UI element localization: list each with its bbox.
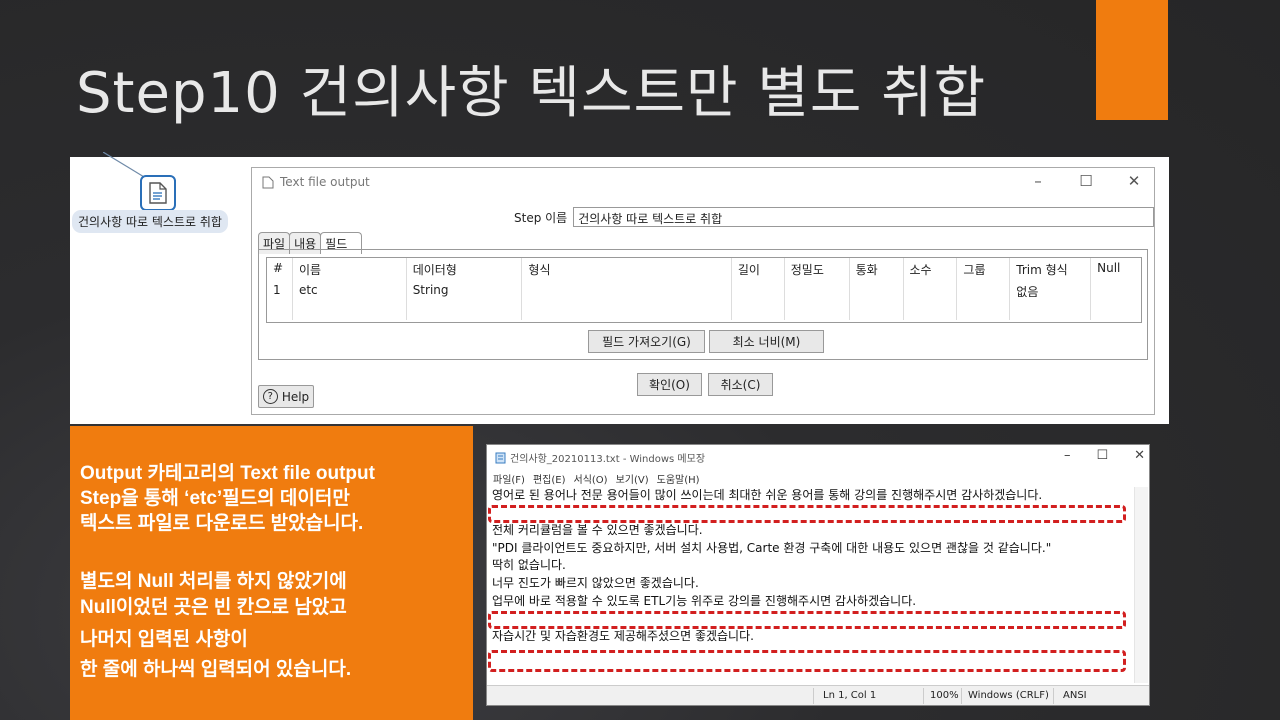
col-header-format[interactable]: 형식 <box>522 258 732 280</box>
vertical-scrollbar[interactable] <box>1134 487 1148 683</box>
notepad-statusbar: Ln 1, Col 1 100% Windows (CRLF) ANSI <box>487 685 1149 705</box>
dialog-titlebar: Text file output <box>262 175 370 189</box>
col-header-precision[interactable]: 정밀도 <box>785 258 850 280</box>
text-line: 전체 커리큘럼을 볼 수 있으면 좋겠습니다. <box>492 523 703 538</box>
status-line-ending: Windows (CRLF) <box>968 690 1049 701</box>
info-line: Step을 통해 ‘etc’필드의 데이터만 <box>80 488 350 509</box>
status-position: Ln 1, Col 1 <box>823 690 877 701</box>
cell-group[interactable] <box>957 280 1011 302</box>
get-fields-button[interactable]: 필드 가져오기(G) <box>588 330 705 353</box>
dialog-screenshot-panel: 건의사항 따로 텍스트로 취합 Text file output – ☐ ✕ S… <box>70 152 1169 424</box>
info-paragraph-1: Output 카테고리의 Text file output Step을 통해 ‘… <box>80 461 375 536</box>
grid-header: # 이름 데이터형 형식 길이 정밀도 통화 소수 그룹 Trim 형식 Nul… <box>267 258 1141 280</box>
minimize-icon[interactable]: – <box>1028 172 1048 190</box>
close-icon[interactable]: ✕ <box>1124 172 1144 190</box>
info-line: Null이었던 곳은 빈 칸으로 남았고 <box>80 597 347 618</box>
menu-edit[interactable]: 편집(E) <box>533 471 566 486</box>
col-header-name[interactable]: 이름 <box>293 258 407 280</box>
col-header-type[interactable]: 데이터형 <box>407 258 523 280</box>
cell-format[interactable] <box>522 280 732 302</box>
info-line: Output 카테고리의 Text file output <box>80 463 375 484</box>
minimize-icon[interactable]: – <box>1064 448 1071 463</box>
text-line: 자습시간 및 자습환경도 제공해주셨으면 좋겠습니다. <box>492 628 754 643</box>
null-highlight <box>488 505 1126 523</box>
help-button[interactable]: ? Help <box>258 385 314 408</box>
table-row[interactable]: 1 etc String 없음 <box>267 280 1141 302</box>
col-header-trim[interactable]: Trim 형식 <box>1010 258 1092 280</box>
step-label[interactable]: 건의사항 따로 텍스트로 취합 <box>72 210 228 233</box>
col-header-decimal[interactable]: 소수 <box>904 258 958 280</box>
step-name-label: Step 이름 <box>514 210 568 225</box>
info-box: Output 카테고리의 Text file output Step을 통해 ‘… <box>70 426 473 720</box>
cell-trim[interactable]: 없음 <box>1010 280 1092 302</box>
status-encoding: ANSI <box>1063 690 1087 701</box>
info-paragraph-2: 별도의 Null 처리를 하지 않았기에 Null이었던 곳은 빈 칸으로 남았… <box>80 569 351 683</box>
cell-null[interactable] <box>1091 280 1141 302</box>
info-line: 텍스트 파일로 다운로드 받았습니다. <box>80 513 364 534</box>
maximize-icon[interactable]: ☐ <box>1096 448 1108 463</box>
col-header-null[interactable]: Null <box>1091 258 1141 280</box>
col-header-currency[interactable]: 통화 <box>850 258 904 280</box>
col-header-group[interactable]: 그룹 <box>957 258 1011 280</box>
text-line: "PDI 클라이언트도 중요하지만, 서버 설치 사용법, Carte 환경 구… <box>492 540 1052 555</box>
dialog-icon <box>262 176 274 188</box>
notepad-window-controls: – ☐ ✕ <box>1064 448 1145 463</box>
fields-grid: # 이름 데이터형 형식 길이 정밀도 통화 소수 그룹 Trim 형식 Nul… <box>266 257 1142 323</box>
step-name-row: Step 이름 건의사항 따로 텍스트로 취합 <box>514 207 1154 227</box>
fields-tab-panel: # 이름 데이터형 형식 길이 정밀도 통화 소수 그룹 Trim 형식 Nul… <box>258 249 1148 360</box>
menu-help[interactable]: 도움말(H) <box>657 471 700 486</box>
cell-type[interactable]: String <box>407 280 523 302</box>
help-label: Help <box>281 389 310 404</box>
help-icon: ? <box>262 389 278 404</box>
null-highlight <box>488 611 1126 629</box>
menu-file[interactable]: 파일(F) <box>493 471 525 486</box>
text-line: 딱히 없습니다. <box>492 558 566 573</box>
text-file-output-dialog: Text file output – ☐ ✕ Step 이름 건의사항 따로 텍… <box>251 167 1155 415</box>
slide-title: Step10 건의사항 텍스트만 별도 취합 <box>76 61 987 126</box>
cell-currency[interactable] <box>850 280 904 302</box>
notepad-title: 건의사항_20210113.txt - Windows 메모장 <box>510 454 706 465</box>
empty-row[interactable] <box>267 302 1141 320</box>
accent-block <box>1096 0 1168 120</box>
col-header-index[interactable]: # <box>267 258 293 280</box>
cell-decimal[interactable] <box>904 280 958 302</box>
ok-button[interactable]: 확인(O) <box>637 373 702 396</box>
cancel-button[interactable]: 취소(C) <box>708 373 773 396</box>
info-line: 한 줄에 하나씩 입력되어 있습니다. <box>80 659 352 680</box>
file-icon <box>149 182 167 204</box>
null-highlight <box>488 650 1126 672</box>
notepad-icon <box>495 452 506 463</box>
cell-precision[interactable] <box>785 280 850 302</box>
cell-name[interactable]: etc <box>293 280 407 302</box>
notepad-menubar: 파일(F) 편집(E) 서식(O) 보기(V) 도움말(H) <box>493 471 700 486</box>
info-line: 별도의 Null 처리를 하지 않았기에 <box>80 571 347 592</box>
col-header-length[interactable]: 길이 <box>732 258 785 280</box>
status-zoom: 100% <box>930 690 959 701</box>
menu-view[interactable]: 보기(V) <box>616 471 649 486</box>
min-width-button[interactable]: 최소 너비(M) <box>709 330 824 353</box>
text-line: 너무 진도가 빠르지 않았으면 좋겠습니다. <box>492 575 699 590</box>
maximize-icon[interactable]: ☐ <box>1076 172 1096 190</box>
dialog-title: Text file output <box>280 175 370 189</box>
text-line: 영어로 된 용어나 전문 용어들이 많이 쓰이는데 최대한 쉬운 용어를 통해 … <box>492 488 1043 502</box>
close-icon[interactable]: ✕ <box>1134 448 1145 463</box>
text-file-output-icon[interactable] <box>140 175 176 211</box>
menu-format[interactable]: 서식(O) <box>574 471 608 486</box>
notepad-titlebar: 건의사항_20210113.txt - Windows 메모장 <box>495 450 705 465</box>
step-name-input[interactable]: 건의사항 따로 텍스트로 취합 <box>573 207 1154 227</box>
text-line: 업무에 바로 적용할 수 있도록 ETL기능 위주로 강의를 진행해주시면 감사… <box>492 593 917 608</box>
cell-index[interactable]: 1 <box>267 280 293 302</box>
cell-length[interactable] <box>732 280 785 302</box>
window-controls: – ☐ ✕ <box>1028 172 1144 190</box>
info-line: 나머지 입력된 사항이 <box>80 629 248 650</box>
